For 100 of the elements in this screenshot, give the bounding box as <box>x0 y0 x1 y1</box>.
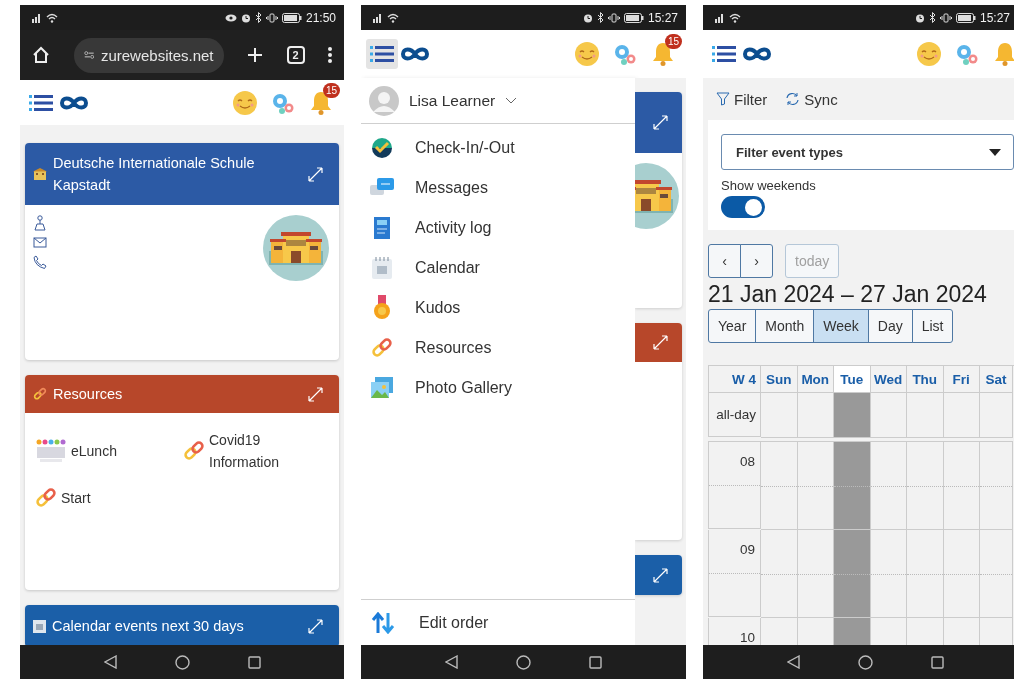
sync-button[interactable]: Sync <box>785 90 838 108</box>
menu-item[interactable]: Resources <box>361 328 635 368</box>
menu-button[interactable] <box>366 39 398 69</box>
back-icon[interactable] <box>103 655 117 669</box>
signal-icon <box>371 12 383 23</box>
expand-icon[interactable] <box>653 115 668 130</box>
calendar-slot <box>797 393 834 438</box>
wifi-icon <box>46 12 58 23</box>
eye-icon <box>224 13 237 22</box>
expand-icon[interactable] <box>308 386 323 402</box>
recents-icon[interactable] <box>589 655 602 669</box>
clock-time: 21:50 <box>305 10 336 25</box>
logo-icon[interactable] <box>400 46 430 62</box>
resource-link[interactable]: eLunch <box>35 429 183 473</box>
wifi-icon <box>387 12 399 23</box>
vibrate-icon <box>607 12 620 23</box>
alarm-icon <box>240 12 251 23</box>
expand-icon[interactable] <box>308 166 323 182</box>
signal-icon <box>713 12 725 23</box>
resource-link[interactable]: Start <box>35 487 183 509</box>
menu-item[interactable]: Kudos <box>361 288 635 328</box>
expand-icon[interactable] <box>653 567 668 583</box>
view-tab[interactable]: List <box>911 309 954 343</box>
alarm-icon <box>914 12 925 23</box>
logo-icon[interactable] <box>59 94 89 111</box>
signal-icon <box>30 12 42 23</box>
battery-icon <box>281 12 302 23</box>
chain-link-icon <box>33 387 47 401</box>
view-tab[interactable]: Year <box>708 309 757 343</box>
notification-badge: 15 <box>323 82 340 98</box>
previous-button[interactable]: ‹ <box>708 244 741 278</box>
expand-icon[interactable] <box>653 335 668 350</box>
time-label: 08 <box>708 442 761 529</box>
back-icon[interactable] <box>445 655 458 669</box>
medal-icon <box>372 295 392 321</box>
card-title: Resources <box>53 385 124 404</box>
menu-item[interactable]: Calendar <box>361 248 635 288</box>
chain-link-icon[interactable] <box>183 440 205 462</box>
mail-icon[interactable] <box>33 237 47 249</box>
recents-icon[interactable] <box>247 655 261 669</box>
image-icon <box>371 377 393 399</box>
chevron-down-icon <box>505 96 518 105</box>
calendar-slot <box>907 393 944 438</box>
today-slot <box>834 393 871 438</box>
logo-icon[interactable] <box>742 46 772 62</box>
expand-icon[interactable] <box>308 618 323 634</box>
smiley-icon[interactable] <box>232 89 258 116</box>
chain-link-icon[interactable] <box>371 337 393 359</box>
school-icon <box>33 168 47 180</box>
recents-icon[interactable] <box>931 655 944 669</box>
avatar-icon <box>369 85 399 116</box>
day-header: Tue <box>834 366 871 393</box>
menu-item[interactable]: Activity log <box>361 208 635 248</box>
smiley-icon[interactable] <box>574 41 600 67</box>
bluetooth-icon <box>596 12 604 23</box>
home-icon[interactable] <box>858 654 873 670</box>
more-icon[interactable] <box>328 47 332 63</box>
toggle-label: Show weekends <box>721 178 817 193</box>
weekends-toggle[interactable] <box>721 196 765 218</box>
view-tab[interactable]: Day <box>867 309 913 343</box>
back-icon[interactable] <box>787 655 800 669</box>
bluetooth-icon <box>254 12 262 23</box>
smiley-icon[interactable] <box>916 41 942 67</box>
battery-icon <box>955 12 976 23</box>
alarm-icon <box>582 12 593 23</box>
time-label: 09 <box>708 530 761 617</box>
location-icon[interactable] <box>33 215 47 231</box>
calendar-slot <box>761 393 798 438</box>
calendar-slot <box>943 393 980 438</box>
check-icon <box>370 136 394 160</box>
caret-icon <box>989 148 1001 156</box>
battery-icon <box>623 12 644 23</box>
funnel-icon <box>716 92 730 106</box>
notification-badge: 15 <box>665 34 682 49</box>
home-icon[interactable] <box>174 654 190 670</box>
plus-icon[interactable] <box>247 47 263 63</box>
calendar-slot <box>870 393 907 438</box>
refresh-icon <box>785 92 801 106</box>
home-icon[interactable] <box>516 654 531 670</box>
menu-item[interactable]: Check-In/-Out <box>361 128 635 168</box>
calendar-icon <box>371 256 393 280</box>
menu-item[interactable]: Photo Gallery <box>361 368 635 408</box>
filter-button[interactable]: Filter <box>716 90 768 108</box>
scroll-icon <box>371 216 393 240</box>
view-tab[interactable]: Week <box>813 309 869 343</box>
date-range-title: 21 Jan 2024 – 27 Jan 2024 <box>708 281 988 308</box>
vibrate-icon <box>265 12 278 23</box>
event-type-select[interactable]: Filter event types <box>721 134 1014 170</box>
menu-item[interactable]: Messages <box>361 168 635 208</box>
phone-icon[interactable] <box>33 255 47 269</box>
tab-count-button[interactable]: 2 <box>286 46 305 64</box>
user-menu[interactable]: Lisa Learner <box>361 78 635 124</box>
clock-time: 15:27 <box>647 10 678 25</box>
address-bar[interactable]: zurewebsites.net <box>73 37 224 73</box>
view-tab[interactable]: Month <box>755 309 815 343</box>
card-title: Calendar events next 30 days <box>52 617 245 636</box>
next-button[interactable]: › <box>740 244 773 278</box>
resource-link[interactable]: Covid19 Information <box>183 429 331 473</box>
week-number: W 4 <box>708 366 761 393</box>
chain-link-icon[interactable] <box>35 487 57 509</box>
